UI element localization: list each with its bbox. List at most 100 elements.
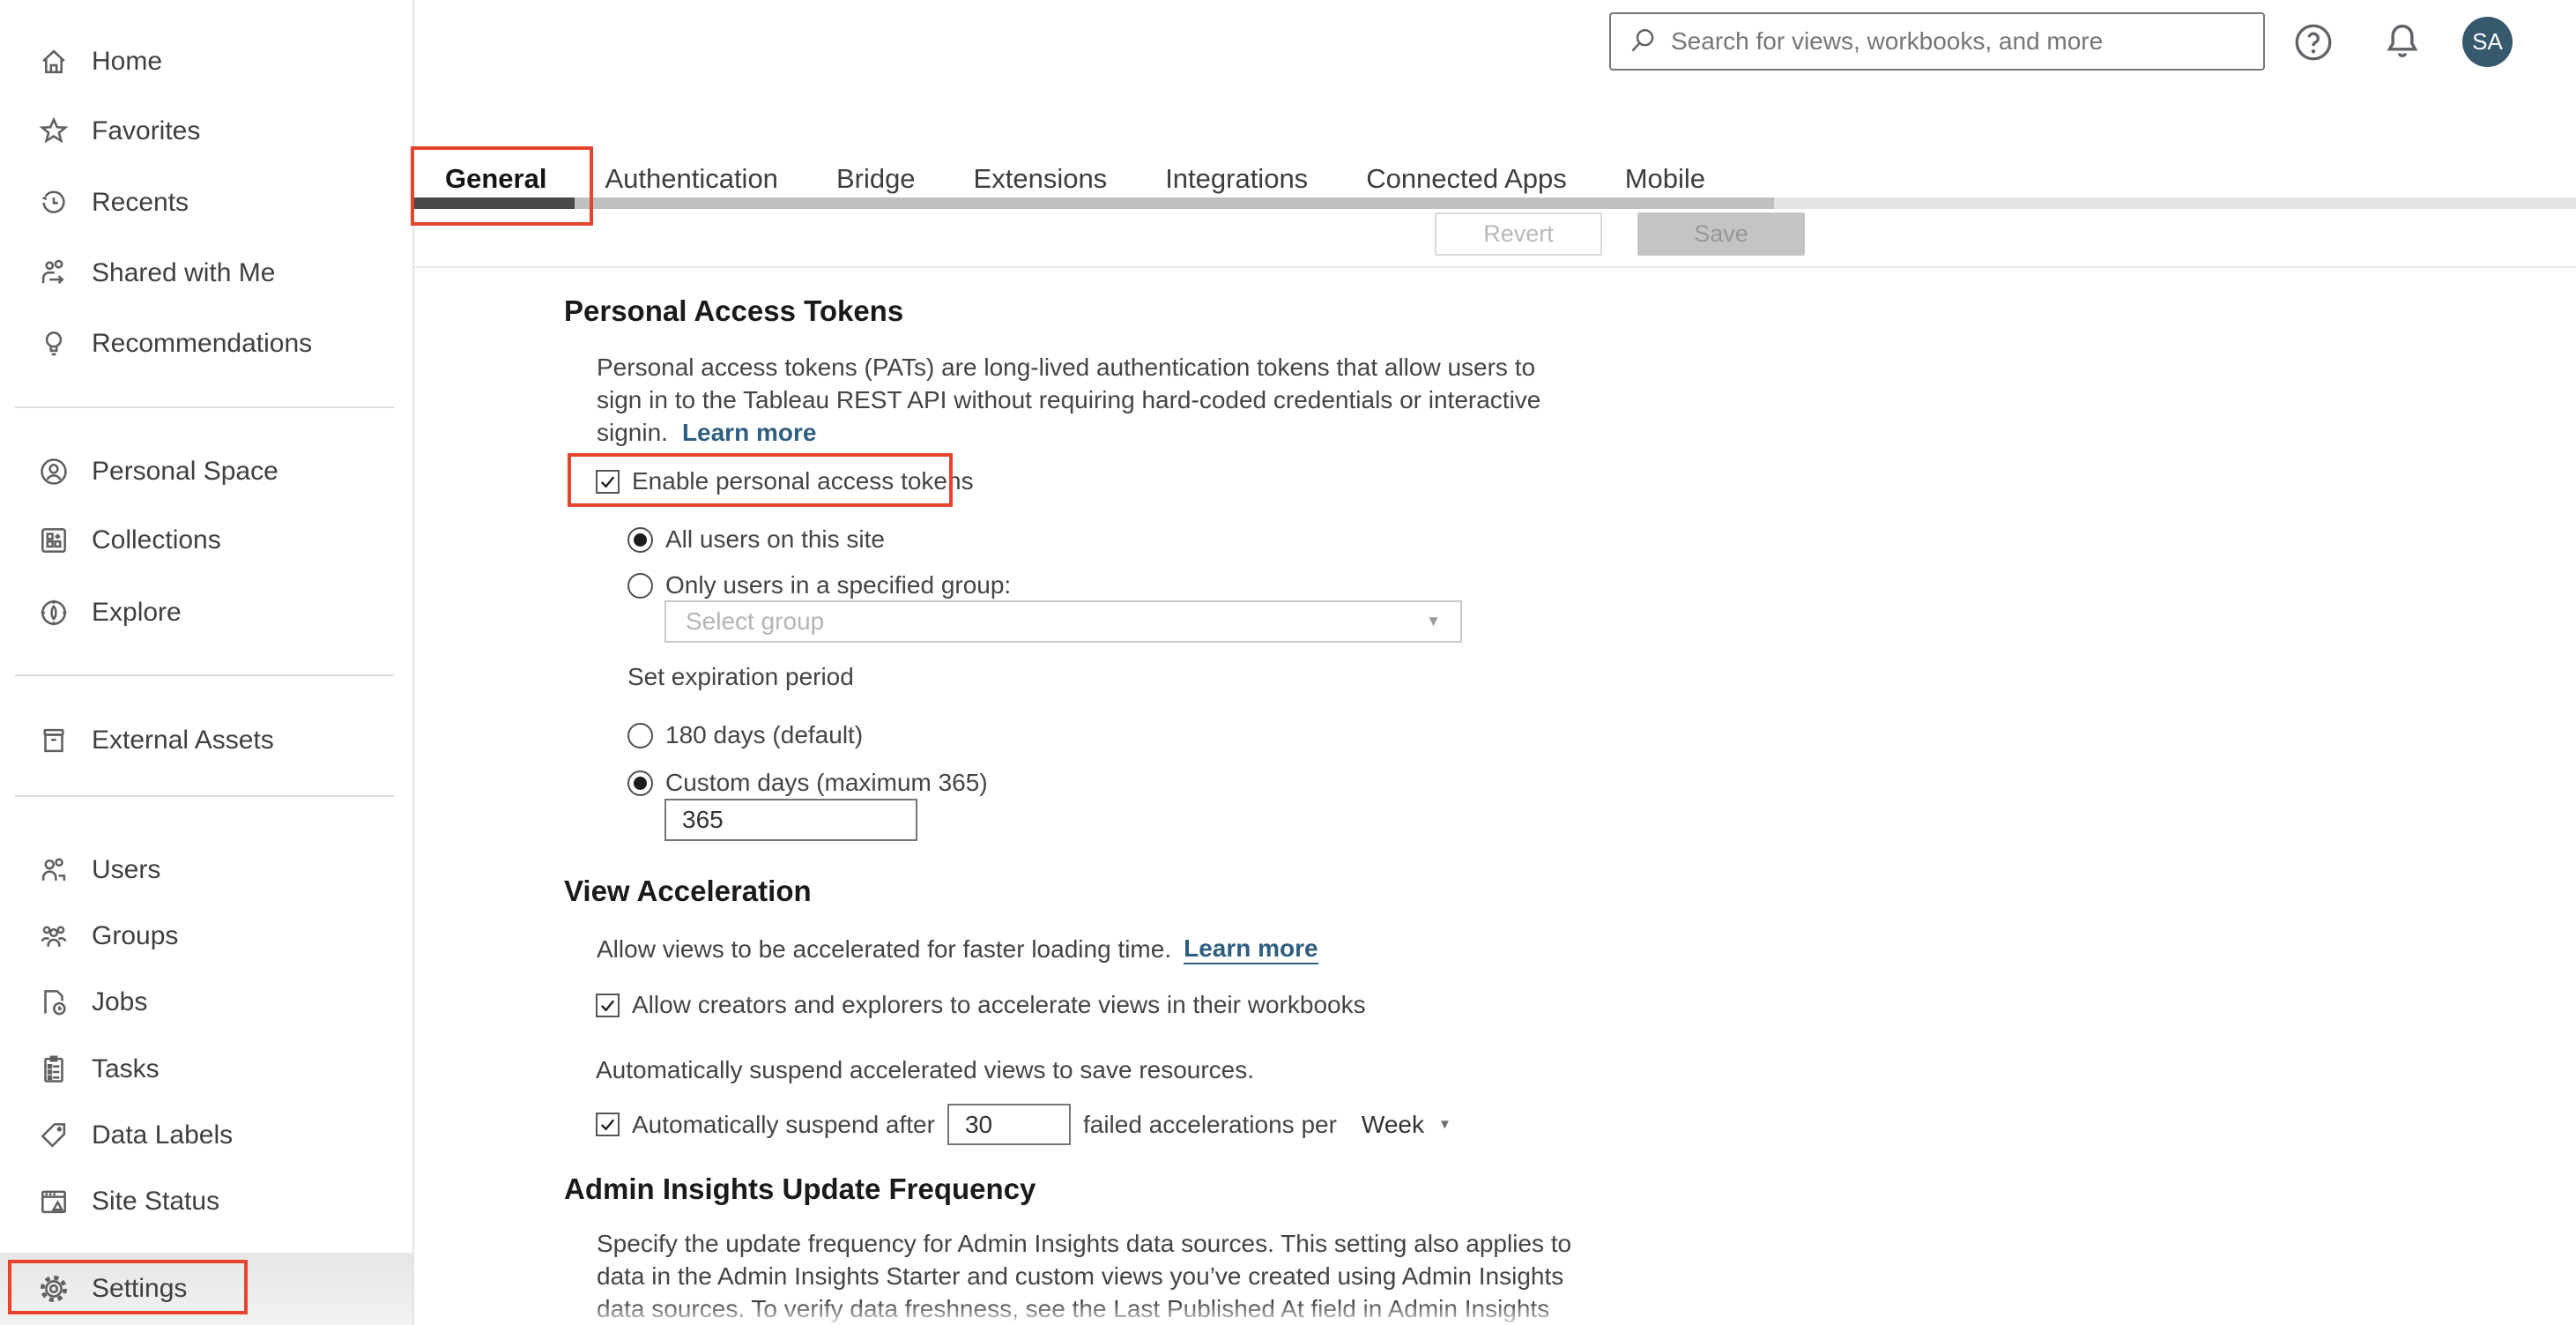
sidebar-item-site-status[interactable]: Site Status <box>0 1167 412 1236</box>
tab-mobile[interactable]: Mobile <box>1625 163 1705 195</box>
sidebar-divider <box>15 406 394 408</box>
tab-bridge[interactable]: Bridge <box>836 163 916 195</box>
va-suspend-description: Automatically suspend accelerated views … <box>596 1056 1255 1083</box>
sidebar-item-label: Recents <box>92 188 189 217</box>
search-input[interactable] <box>1669 26 2247 56</box>
sidebar-item-label: Data Labels <box>92 1120 234 1150</box>
auto-suspend-label: Automatically suspend after <box>632 1110 935 1138</box>
sidebar-item-external-assets[interactable]: External Assets <box>0 706 412 775</box>
all-users-label: All users on this site <box>665 525 885 553</box>
specified-group-radio[interactable] <box>627 572 653 599</box>
sidebar-item-label: Jobs <box>92 987 148 1016</box>
sidebar-item-data-labels[interactable]: Data Labels <box>0 1101 412 1170</box>
recents-clock-icon <box>41 190 65 213</box>
sidebar: Home Favorites Recents Shared with Me Re… <box>0 0 414 1325</box>
avatar[interactable]: SA <box>2462 17 2513 67</box>
sidebar-item-label: Groups <box>92 921 179 950</box>
enable-pat-checkbox[interactable] <box>596 469 620 494</box>
pat-description-line3: signin. Learn more <box>597 416 1540 449</box>
sidebar-item-home[interactable]: Home <box>0 27 412 96</box>
sidebar-item-users[interactable]: Users <box>0 836 412 904</box>
sidebar-item-groups[interactable]: Groups <box>0 902 412 971</box>
days-180-radio[interactable] <box>627 722 653 748</box>
failed-accelerations-input[interactable] <box>947 1104 1071 1145</box>
sidebar-item-favorites[interactable]: Favorites <box>0 97 412 166</box>
view-acceleration-heading: View Acceleration <box>564 875 812 907</box>
group-select-placeholder: Select group <box>686 607 825 635</box>
custom-days-label: Custom days (maximum 365) <box>665 769 988 796</box>
all-users-radio[interactable] <box>627 526 653 553</box>
sidebar-item-label: Settings <box>92 1274 188 1303</box>
pat-enable-row: Enable personal access tokens <box>596 467 974 495</box>
specified-group-label: Only users in a specified group: <box>665 571 1012 599</box>
admin-insights-description: Specify the update frequency for Admin I… <box>597 1227 1571 1325</box>
tab-connected-apps[interactable]: Connected Apps <box>1366 163 1567 195</box>
sidebar-item-label: External Assets <box>92 726 274 755</box>
group-select-dropdown[interactable]: Select group ▼ <box>664 600 1462 643</box>
search-box[interactable] <box>1609 12 2265 71</box>
ai-desc-line1: Specify the update frequency for Admin I… <box>597 1230 1572 1257</box>
sidebar-item-label: Personal Space <box>92 457 278 486</box>
revert-button[interactable]: Revert <box>1435 212 1602 256</box>
shared-with-me-icon <box>41 259 64 285</box>
sidebar-item-label: Users <box>92 855 161 884</box>
sidebar-item-settings[interactable]: Settings <box>0 1253 412 1325</box>
sidebar-item-recents[interactable]: Recents <box>0 168 412 237</box>
sidebar-item-label: Shared with Me <box>92 258 276 287</box>
sidebar-item-label: Favorites <box>92 116 201 145</box>
sidebar-item-personal-space[interactable]: Personal Space <box>0 437 412 506</box>
allow-accelerate-checkbox[interactable] <box>596 993 620 1017</box>
users-icon <box>41 858 66 881</box>
personal-space-icon <box>41 458 67 485</box>
pat-description-line2: sign in to the Tableau REST API without … <box>597 386 1541 413</box>
notifications-bell-icon[interactable] <box>2379 19 2425 65</box>
lightbulb-icon <box>45 331 63 356</box>
ai-desc-line2: data in the Admin Insights Starter and c… <box>597 1262 1564 1290</box>
tab-general[interactable]: General <box>445 163 546 195</box>
chevron-down-icon: ▼ <box>1426 613 1441 629</box>
tab-integrations[interactable]: Integrations <box>1165 163 1308 195</box>
va-learn-more-link[interactable]: Learn more <box>1184 934 1318 964</box>
auto-suspend-checkbox[interactable] <box>596 1113 620 1136</box>
avatar-initials: SA <box>2472 28 2503 55</box>
star-icon <box>39 116 69 144</box>
header-divider <box>414 266 2576 268</box>
pat-specified-group-row: Only users in a specified group: <box>627 571 1011 599</box>
admin-insights-heading: Admin Insights Update Frequency <box>564 1172 1036 1205</box>
ai-desc-line3: data sources. To verify data freshness, … <box>597 1295 1550 1322</box>
home-icon <box>42 49 65 74</box>
checkmark-icon <box>600 1000 615 1011</box>
sidebar-divider <box>15 795 394 797</box>
sidebar-item-label: Collections <box>92 525 221 555</box>
period-dropdown[interactable]: Week ▼ <box>1362 1111 1451 1139</box>
sidebar-item-collections[interactable]: Collections <box>0 506 412 575</box>
tasks-icon <box>44 1055 63 1083</box>
va-suspend-row: Automatically suspend after failed accel… <box>596 1104 1451 1145</box>
sidebar-item-jobs[interactable]: Jobs <box>0 968 412 1037</box>
expiration-label: Set expiration period <box>627 663 854 690</box>
allow-accelerate-label: Allow creators and explorers to accelera… <box>632 991 1366 1018</box>
sidebar-item-label: Explore <box>92 598 182 627</box>
sidebar-item-shared-with-me[interactable]: Shared with Me <box>0 239 412 308</box>
sidebar-item-label: Recommendations <box>92 329 313 358</box>
save-button[interactable]: Save <box>1637 212 1805 256</box>
auto-suspend-suffix: failed accelerations per <box>1082 1110 1337 1138</box>
tab-bar: General Authentication Bridge Extensions… <box>445 163 1705 195</box>
tab-authentication[interactable]: Authentication <box>605 163 777 195</box>
tab-extensions[interactable]: Extensions <box>974 163 1108 195</box>
custom-days-input[interactable] <box>664 799 917 841</box>
sidebar-item-label: Site Status <box>92 1187 220 1216</box>
custom-days-radio[interactable] <box>627 770 653 796</box>
explore-compass-icon <box>41 599 67 626</box>
sidebar-item-label: Tasks <box>92 1054 160 1083</box>
sidebar-item-tasks[interactable]: Tasks <box>0 1035 412 1104</box>
sidebar-item-explore[interactable]: Explore <box>0 578 412 647</box>
sidebar-divider <box>15 674 394 676</box>
tab-underline-track-inner <box>414 197 1774 209</box>
sidebar-item-recommendations[interactable]: Recommendations <box>0 309 412 378</box>
tag-icon <box>41 1123 66 1148</box>
va-desc-text: Allow views to be accelerated for faster… <box>597 935 1172 963</box>
pat-learn-more-link[interactable]: Learn more <box>682 416 817 449</box>
checkmark-icon <box>600 1119 615 1131</box>
help-icon[interactable] <box>2291 20 2335 64</box>
